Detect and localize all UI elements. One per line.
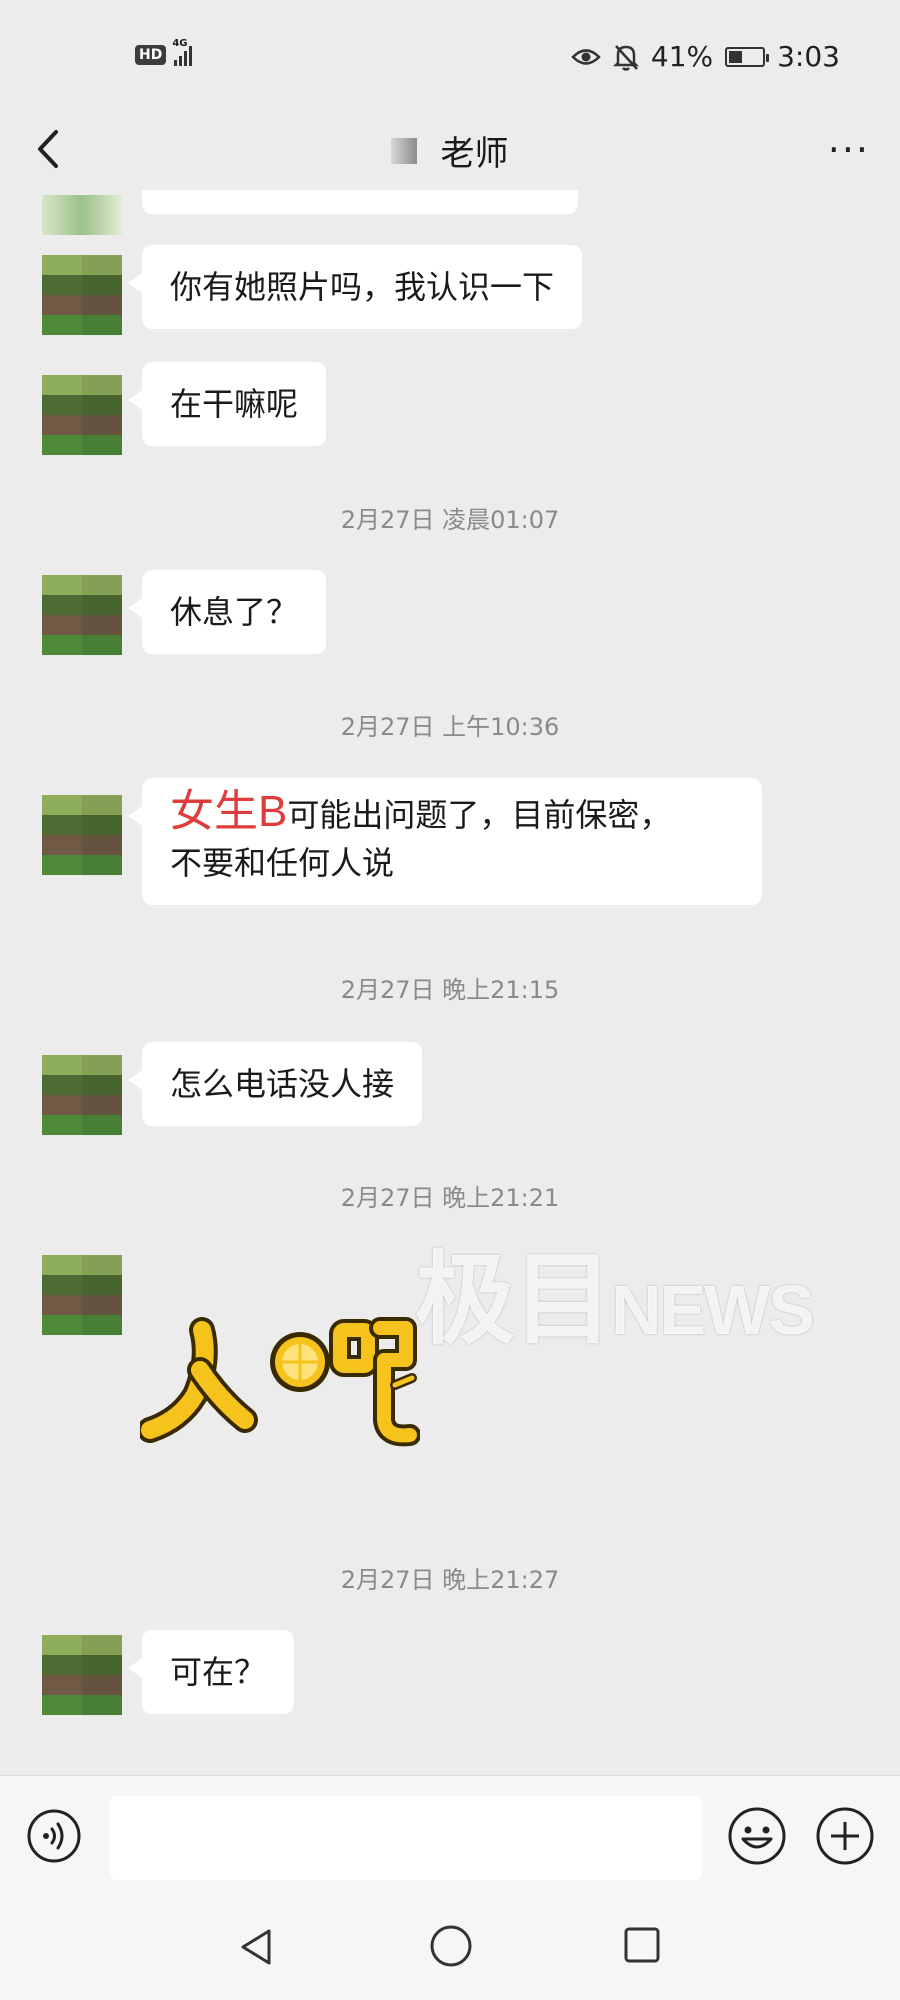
avatar[interactable] [42, 1255, 122, 1335]
battery-percent: 41% [650, 40, 714, 73]
watermark: 极目NEWS [415, 1218, 815, 1363]
timestamp: 2月27日 晚上21:21 [340, 1184, 560, 1212]
annotation-label: 女生B [170, 787, 288, 836]
message-bubble[interactable]: 怎么电话没人接 [127, 1042, 423, 1126]
watermark-cn: 极目 [415, 1244, 613, 1356]
message-bubble[interactable]: 可在？ [127, 1630, 295, 1714]
signal-icon: 4G [172, 38, 193, 66]
message-line-1: 女生B可能出问题了，目前保密， [170, 788, 734, 839]
bell-off-icon [612, 44, 639, 71]
status-right: 41% 3:03 [571, 40, 840, 73]
emoji-icon[interactable] [726, 1805, 788, 1867]
chat-header: 老师 ··· [0, 110, 900, 190]
timestamp: 2月27日 凌晨01:07 [340, 506, 560, 534]
sticker-image [137, 1317, 421, 1447]
network-type: 4G [172, 38, 188, 49]
avatar[interactable] [42, 575, 122, 655]
input-bar [0, 1775, 900, 1896]
chat-title: 老师 [440, 134, 509, 174]
timestamp: 2月27日 上午10:36 [340, 713, 560, 741]
message-line-2: 不要和任何人说 [170, 844, 395, 882]
chat-title-wrap: 老师 [0, 126, 900, 175]
message-bubble[interactable]: 在干嘛呢 [127, 362, 327, 446]
message-bubble-partial[interactable] [142, 190, 578, 214]
system-nav-bar [0, 1895, 900, 2000]
message-text: 可在？ [170, 1653, 267, 1691]
avatar[interactable] [42, 195, 122, 235]
watermark-en: NEWS [611, 1271, 815, 1349]
timestamp: 2月27日 晚上21:15 [340, 976, 560, 1004]
status-left: HD 4G [135, 38, 193, 66]
hd-badge: HD [135, 45, 167, 65]
message-input[interactable] [110, 1796, 702, 1880]
nav-home-icon[interactable] [428, 1923, 474, 1969]
avatar[interactable] [42, 1055, 122, 1135]
redacted-name-block [391, 137, 418, 164]
message-text: 你有她照片吗，我认识一下 [170, 268, 555, 306]
message-bubble[interactable]: 你有她照片吗，我认识一下 [127, 245, 583, 329]
message-bubble[interactable]: 休息了？ [127, 570, 327, 654]
avatar[interactable] [42, 795, 122, 875]
plus-icon[interactable] [814, 1805, 876, 1867]
message-text: 怎么电话没人接 [170, 1065, 395, 1103]
message-text: 在干嘛呢 [170, 385, 299, 423]
eye-icon [571, 48, 601, 65]
clock: 3:03 [777, 40, 840, 73]
message-bubble[interactable]: 女生B可能出问题了，目前保密， 不要和任何人说 [128, 778, 762, 905]
avatar[interactable] [42, 375, 122, 455]
voice-icon[interactable] [26, 1808, 82, 1864]
timestamp: 2月27日 晚上21:27 [340, 1566, 560, 1594]
message-text: 休息了？ [170, 593, 299, 631]
avatar[interactable] [42, 255, 122, 335]
avatar[interactable] [42, 1635, 122, 1715]
nav-back-icon[interactable] [235, 1925, 279, 1969]
sticker-message[interactable] [137, 1300, 421, 1460]
more-icon[interactable]: ··· [828, 128, 870, 172]
battery-fill [729, 50, 743, 63]
battery-icon [725, 46, 770, 67]
message-text: 可能出问题了，目前保密， [287, 796, 672, 834]
status-bar: HD 4G 41% 3:03 [0, 0, 900, 110]
nav-recent-icon[interactable] [622, 1925, 662, 1965]
